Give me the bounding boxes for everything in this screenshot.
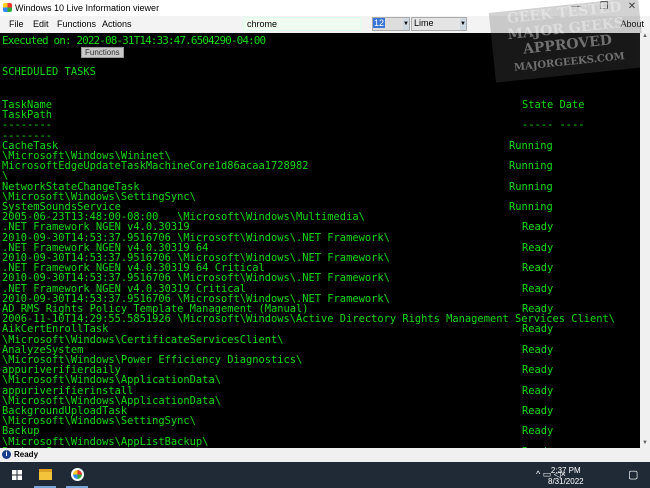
task-state: Ready (522, 364, 554, 377)
file-explorer-button[interactable] (34, 462, 56, 488)
task-state: Running (509, 160, 553, 173)
task-line: 2010-09-30T14:53:37.9516706 \Microsoft\W… (2, 272, 390, 285)
app-icon (3, 3, 12, 12)
task-line: MicrosoftEdgeUpdateTaskMachineCore1d86ac… (2, 160, 309, 173)
window-title: Windows 10 Live Information viewer (15, 3, 160, 13)
color-select[interactable]: Lime ▼ (411, 17, 467, 31)
start-button[interactable] (6, 462, 28, 488)
task-state: Ready (522, 282, 554, 295)
status-bar: i Ready (0, 448, 650, 462)
app-icon (71, 468, 84, 481)
chevron-down-icon[interactable]: ▼ (403, 18, 409, 30)
font-size-value: 12 (373, 18, 386, 28)
menu-file[interactable]: File (9, 19, 24, 29)
menu-edit[interactable]: Edit (33, 19, 49, 29)
task-state: Ready (522, 343, 554, 356)
menu-functions[interactable]: Functions (57, 19, 96, 29)
task-line: \Microsoft\Windows\ApplicationData\ (2, 374, 221, 387)
task-line: .NET Framework NGEN v4.0.30319 (2, 221, 190, 234)
functions-button[interactable]: Functions (81, 47, 124, 58)
section-heading: SCHEDULED TASKS (2, 66, 96, 78)
task-line: Backup (2, 425, 40, 438)
task-line: -------- (2, 119, 53, 132)
color-value: Lime (414, 18, 434, 28)
task-state: State Date (522, 99, 585, 111)
task-state: Running (509, 180, 553, 193)
scroll-down-icon[interactable]: ▼ (640, 440, 650, 446)
task-line: AikCertEnrollTask (2, 323, 109, 336)
task-state: ----- ---- (522, 119, 585, 132)
menu-actions[interactable]: Actions (102, 19, 132, 29)
chevron-down-icon[interactable]: ▼ (460, 18, 466, 30)
task-state: Ready (522, 262, 554, 275)
font-size-select[interactable]: 12 ▼ (372, 17, 410, 31)
status-text: Ready (14, 450, 39, 459)
task-state: Ready (522, 405, 554, 417)
windows-icon (12, 470, 22, 480)
executed-timestamp: Executed on: 2022-08-31T14:33:47.6504290… (2, 34, 266, 47)
task-state: Ready (522, 384, 554, 397)
notification-icon[interactable]: ▢ (628, 468, 638, 481)
task-state: Running (509, 139, 553, 152)
clock-date: 8/31/2022 (548, 477, 584, 486)
app-taskbar-button[interactable] (66, 462, 88, 488)
search-input[interactable]: chrome (243, 17, 361, 31)
task-state: Ready (522, 323, 554, 336)
clock-time: 2:37 PM (550, 466, 581, 475)
task-state: Running (509, 201, 553, 213)
taskbar: ^ ▭ ◁× 2:37 PM 8/31/2022 ▢ (0, 462, 650, 488)
task-state: Ready (522, 425, 554, 438)
task-state: Ready (522, 241, 554, 254)
task-state: Ready (522, 221, 554, 234)
folder-icon (39, 469, 52, 480)
scroll-up-icon[interactable]: ▲ (640, 33, 650, 39)
console-output[interactable]: Executed on: 2022-08-31T14:33:47.6504290… (0, 33, 640, 448)
clock[interactable]: 2:37 PM 8/31/2022 (548, 465, 584, 487)
vertical-scrollbar[interactable]: ▲ ▼ (640, 33, 650, 448)
task-line: \ (2, 170, 9, 183)
info-icon: i (2, 450, 11, 459)
